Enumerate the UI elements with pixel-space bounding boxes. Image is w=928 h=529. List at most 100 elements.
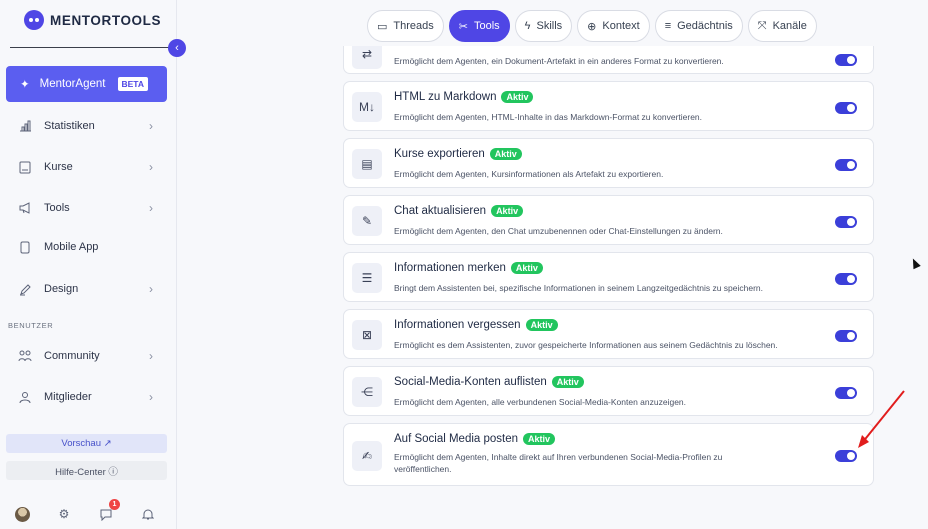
sidebar-item-label: Tools (44, 202, 70, 214)
section-label: BENUTZER (8, 321, 54, 330)
tool-description: Bringt dem Assistenten bei, spezifische … (394, 283, 764, 293)
sidebar-item-mobile-app[interactable]: Mobile App (6, 232, 167, 262)
tool-card: M↓ HTML zu Markdown Aktiv Ermöglicht dem … (343, 81, 874, 131)
sidebar-item-label: Mobile App (44, 241, 99, 253)
sidebar-item-kurse[interactable]: Kurse › (6, 152, 167, 182)
tool-card: ⋲ Social-Media-Konten auflisten Aktiv Erm… (343, 366, 874, 416)
tool-toggle[interactable] (835, 216, 857, 228)
chevron-right-icon: › (149, 282, 153, 296)
status-badge: Aktiv (501, 91, 534, 103)
tab-gedaechtnis[interactable]: ≡ Gedächtnis (654, 10, 743, 42)
tools-icon: ✂ (458, 20, 468, 33)
tool-card: ⊠ Informationen vergessen Aktiv Ermöglich… (343, 309, 874, 359)
logo-text: MENTORTOOLS (50, 12, 162, 28)
status-badge: Aktiv (525, 319, 558, 331)
archive-icon: ▤ (352, 149, 382, 179)
annotation-arrow (858, 390, 905, 448)
status-badge: Aktiv (489, 148, 522, 160)
tool-toggle[interactable] (835, 102, 857, 114)
channels-icon: ⤧ (757, 19, 767, 32)
book-icon (18, 160, 32, 174)
tool-title: HTML zu Markdown Aktiv (394, 91, 534, 103)
bolt-icon: ϟ (524, 20, 531, 32)
share-icon: ⋲ (352, 377, 382, 407)
tool-list: ⇄ Ermöglicht dem Agenten, ein Dokument-A… (343, 46, 874, 529)
sidebar-item-design[interactable]: Design › (6, 274, 167, 304)
person-icon (18, 390, 32, 404)
chevron-right-icon: › (149, 390, 153, 404)
chevron-right-icon: › (149, 119, 153, 133)
sidebar-item-label: Kurse (44, 161, 73, 173)
sidebar-item-label: Design (44, 283, 79, 295)
tool-title: Informationen vergessen Aktiv (394, 319, 558, 331)
tab-bar: ▭ Threads ✂ Tools ϟ Skills ⊕ Kontext ≡ Gedäch… (367, 10, 817, 42)
sidebar-item-mitglieder[interactable]: Mitglieder › (6, 382, 167, 412)
tool-description: Ermöglicht dem Agenten, Kursinformatione… (394, 169, 664, 179)
tool-title: Kurse exportieren Aktiv (394, 148, 522, 160)
sidebar-item-label: MentorAgent (39, 78, 106, 90)
status-badge: Aktiv (491, 205, 524, 217)
logo[interactable]: MENTORTOOLS (24, 10, 161, 30)
bell-icon[interactable] (140, 506, 156, 522)
chevron-right-icon: › (149, 201, 153, 215)
chart-icon (18, 119, 32, 133)
tool-title: Informationen merken Aktiv (394, 262, 543, 274)
notification-count: 1 (109, 499, 120, 510)
tool-description: Ermöglicht dem Agenten, ein Dokument-Art… (394, 56, 724, 66)
chat-icon: ▭ (377, 20, 388, 33)
tool-description: Ermöglicht dem Agenten, Inhalte direkt a… (394, 452, 723, 474)
tab-kontext[interactable]: ⊕ Kontext (577, 10, 650, 42)
sidebar-item-label: Mitglieder (44, 391, 92, 403)
database-icon: ≡ (664, 20, 672, 32)
tool-description: Ermöglicht es dem Assistenten, zuvor ges… (394, 340, 778, 350)
chevron-right-icon: › (149, 349, 153, 363)
tool-title: Auf Social Media posten Aktiv (394, 433, 556, 445)
sidebar-item-label: Statistiken (44, 120, 95, 132)
tab-kanaele[interactable]: ⤧ Kanäle (747, 10, 817, 42)
markdown-icon: M↓ (352, 92, 382, 122)
tool-toggle[interactable] (835, 273, 857, 285)
tool-toggle[interactable] (835, 54, 857, 66)
database-x-icon: ⊠ (352, 320, 382, 350)
megaphone-icon (18, 201, 32, 215)
sidebar-item-community[interactable]: Community › (6, 341, 167, 371)
tool-description: Ermöglicht dem Agenten, den Chat umzuben… (394, 226, 723, 236)
status-badge: Aktiv (523, 433, 556, 445)
help-center-button[interactable]: Hilfe-Center ⓘ (6, 461, 167, 480)
tool-title: Chat aktualisieren Aktiv (394, 205, 524, 217)
avatar[interactable] (14, 506, 30, 522)
tool-toggle[interactable] (835, 330, 857, 342)
sparkle-icon: ✦ (20, 79, 30, 91)
convert-icon: ⇄ (352, 46, 382, 69)
edit-icon: ✎ (352, 206, 382, 236)
sidebar-item-tools[interactable]: Tools › (6, 193, 167, 223)
tool-title: Social-Media-Konten auflisten Aktiv (394, 376, 584, 388)
tab-skills[interactable]: ϟ Skills (514, 10, 573, 42)
sidebar-item-label: Community (44, 350, 100, 362)
globe-icon: ⊕ (587, 20, 597, 33)
tab-threads[interactable]: ▭ Threads (367, 10, 444, 42)
sidebar: MENTORTOOLS ‹ ✦ MentorAgent BETA Statist… (0, 0, 186, 529)
tool-toggle[interactable] (835, 159, 857, 171)
sidebar-footer: ⚙ 1 (14, 499, 156, 522)
mouse-cursor (909, 256, 921, 270)
tool-card: ⇄ Ermöglicht dem Agenten, ein Dokument-A… (343, 46, 874, 74)
gear-icon[interactable]: ⚙ (56, 506, 72, 522)
tool-card: ✍ Auf Social Media posten Aktiv Ermöglich… (343, 423, 874, 486)
sidebar-item-statistiken[interactable]: Statistiken › (6, 111, 167, 141)
preview-button[interactable]: Vorschau ↗ (6, 434, 167, 453)
status-badge: Aktiv (510, 262, 543, 274)
tool-description: Ermöglicht dem Agenten, alle verbundenen… (394, 397, 687, 407)
chevron-left-icon[interactable]: ‹ (168, 39, 186, 57)
divider (10, 47, 170, 48)
messages-icon[interactable]: 1 (98, 499, 120, 522)
database-icon: ☰ (352, 263, 382, 293)
tool-description: Ermöglicht dem Agenten, HTML-Inhalte in … (394, 112, 703, 122)
sidebar-item-mentoragent[interactable]: ✦ MentorAgent BETA (6, 66, 167, 102)
pen-send-icon: ✍ (352, 441, 382, 471)
people-icon (18, 349, 32, 363)
status-badge: Aktiv (551, 376, 584, 388)
tab-tools[interactable]: ✂ Tools (448, 10, 510, 42)
beta-badge: BETA (117, 77, 149, 91)
chevron-right-icon: › (149, 160, 153, 174)
